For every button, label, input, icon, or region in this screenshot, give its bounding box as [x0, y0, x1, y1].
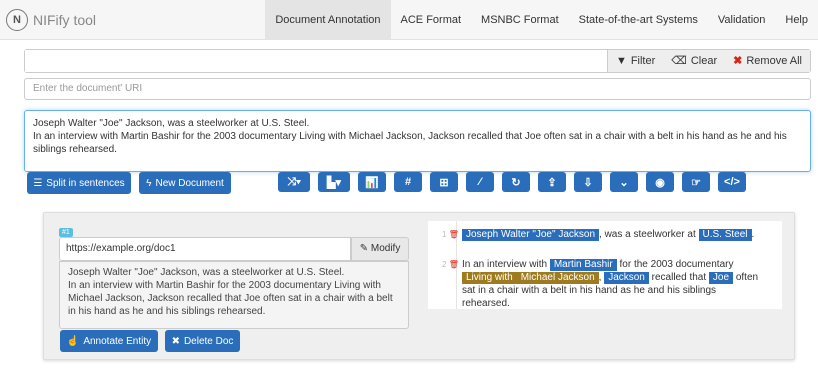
download-icon: ⇩ [583, 176, 593, 189]
document-number-badge: #1 [59, 228, 73, 237]
refresh-button[interactable]: ↻ [502, 172, 530, 192]
sentence-text-segment: In an interview with [462, 259, 550, 270]
doc-text-line: In an interview with Martin Bashir for t… [68, 280, 393, 317]
clear-button[interactable]: ⌫ Clear [663, 50, 725, 72]
entity-mention[interactable]: Joe [708, 272, 734, 284]
code-button[interactable]: </> [718, 172, 746, 192]
shuffle-icon: ⤨▾ [287, 175, 301, 188]
filter-input[interactable] [25, 50, 607, 72]
upload-button[interactable]: ⇪ [538, 172, 566, 192]
annotated-sentences: 1 🗑 Joseph Walter "Joe" Jackson, was a s… [428, 221, 782, 309]
entity-mention[interactable]: Michael Jackson [516, 272, 599, 284]
sentence-number: 1 🗑 [442, 230, 459, 239]
sentence-text-segment: recalled that [648, 272, 709, 283]
puzzle-icon: ⊞ [439, 176, 449, 189]
bar-chart-icon: 📊 [365, 176, 379, 189]
split-sentences-button[interactable]: ☰ Split in sentences [27, 172, 131, 194]
nav-msnbc-format[interactable]: MSNBC Format [471, 0, 569, 40]
sentence-text-1: Joseph Walter "Joe" Jackson, was a steel… [462, 228, 760, 241]
shuffle-button[interactable]: ⤨▾ [278, 172, 310, 192]
list-icon: ☰ [33, 177, 43, 189]
entity-mention[interactable]: U.S. Steel [698, 229, 752, 241]
edit-icon: ✎ [359, 243, 369, 254]
entity-mention[interactable]: Joseph Walter "Joe" Jackson [462, 229, 600, 241]
code-icon: </> [724, 176, 740, 188]
download-button[interactable]: ⇩ [574, 172, 602, 192]
nav-help[interactable]: Help [775, 0, 818, 40]
magic-wand-button[interactable]: ⁄ [466, 172, 494, 192]
sort-icon: ▙▾ [327, 176, 341, 189]
modify-button[interactable]: ✎ Modify [351, 237, 409, 261]
annotate-entity-button[interactable]: ☝ Annotate Entity [60, 330, 158, 352]
document-text-line-1: Joseph Walter "Joe" Jackson, was a steel… [33, 118, 310, 129]
funnel-icon: ▼ [615, 55, 627, 67]
entity-mention[interactable]: Jackson [604, 272, 649, 284]
bolt-icon: ϟ [146, 177, 152, 189]
sort-button[interactable]: ▙▾ [318, 172, 350, 192]
document-text-input[interactable]: Joseph Walter "Joe" Jackson, was a steel… [24, 110, 811, 172]
chevron-down-icon: ⌄ [619, 176, 629, 189]
close-icon: ✖ [171, 335, 180, 347]
filter-button[interactable]: ▼ Filter [608, 50, 663, 72]
annotation-toolbar: ⤨▾ ▙▾ 📊 # ⊞ ⁄ ↻ ⇪ ⇩ ⌄ ◉ ☞ </> [278, 172, 746, 192]
remove-all-button[interactable]: ✖ Remove All [725, 50, 810, 72]
new-document-button[interactable]: ϟ New Document [139, 172, 231, 194]
top-navbar: N NIFify tool Document Annotation ACE Fo… [0, 0, 818, 40]
nav-validation[interactable]: Validation [708, 0, 776, 40]
sentence-text-segment: , was a steelworker at [599, 229, 699, 240]
eye-button[interactable]: ◉ [646, 172, 674, 192]
hash-button[interactable]: # [394, 172, 422, 192]
nav-state-of-the-art[interactable]: State-of-the-art Systems [569, 0, 708, 40]
upload-icon: ⇪ [547, 176, 557, 189]
document-uri-input[interactable]: Enter the document' URI [24, 78, 811, 100]
eraser-icon: ⌫ [671, 55, 687, 67]
delete-doc-button[interactable]: ✖ Delete Doc [165, 330, 240, 352]
sentence-text-2: In an interview with Martin Bashir for t… [462, 258, 760, 310]
doc-text-line: Joseph Walter "Joe" Jackson, was a steel… [68, 267, 345, 278]
puzzle-button[interactable]: ⊞ [430, 172, 458, 192]
hash-icon: # [404, 176, 412, 188]
refresh-icon: ↻ [511, 176, 521, 189]
chevron-down-button[interactable]: ⌄ [610, 172, 638, 192]
filter-actions: ▼ Filter ⌫ Clear ✖ Remove All [606, 50, 810, 72]
trash-icon[interactable]: 🗑 [449, 230, 459, 239]
nifify-logo-icon: N [6, 9, 28, 31]
magic-wand-icon: ⁄ [479, 176, 481, 188]
pointer-hand-icon: ☝ [66, 335, 80, 347]
bar-chart-button[interactable]: 📊 [358, 172, 386, 192]
document-text-line-2: In an interview with Martin Bashir for t… [33, 131, 787, 155]
nav-ace-format[interactable]: ACE Format [391, 0, 472, 40]
nav-document-annotation[interactable]: Document Annotation [265, 0, 391, 40]
document-panel: #1 https://example.org/doc1 ✎ Modify Jos… [43, 212, 795, 360]
filter-bar: ▼ Filter ⌫ Clear ✖ Remove All [24, 49, 811, 73]
sentence-text-segment: . [751, 229, 755, 240]
close-icon: ✖ [733, 55, 743, 67]
app-title: NIFify tool [33, 12, 97, 28]
doc-uri-field[interactable]: https://example.org/doc1 [59, 237, 351, 261]
hand-button[interactable]: ☞ [682, 172, 710, 192]
eye-icon: ◉ [655, 176, 665, 189]
sentence-text-segment: for the 2003 documentary [616, 259, 734, 270]
hand-icon: ☞ [691, 176, 701, 189]
brand[interactable]: N NIFify tool [6, 8, 96, 32]
sentence-number: 2 🗑 [442, 260, 459, 269]
doc-text-area[interactable]: Joseph Walter "Joe" Jackson, was a steel… [59, 261, 409, 329]
entity-mention[interactable]: Living with [462, 272, 517, 284]
nav-menu: Document Annotation ACE Format MSNBC For… [265, 0, 818, 40]
entity-mention[interactable]: Martin Bashir [549, 259, 617, 271]
trash-icon[interactable]: 🗑 [449, 260, 459, 269]
